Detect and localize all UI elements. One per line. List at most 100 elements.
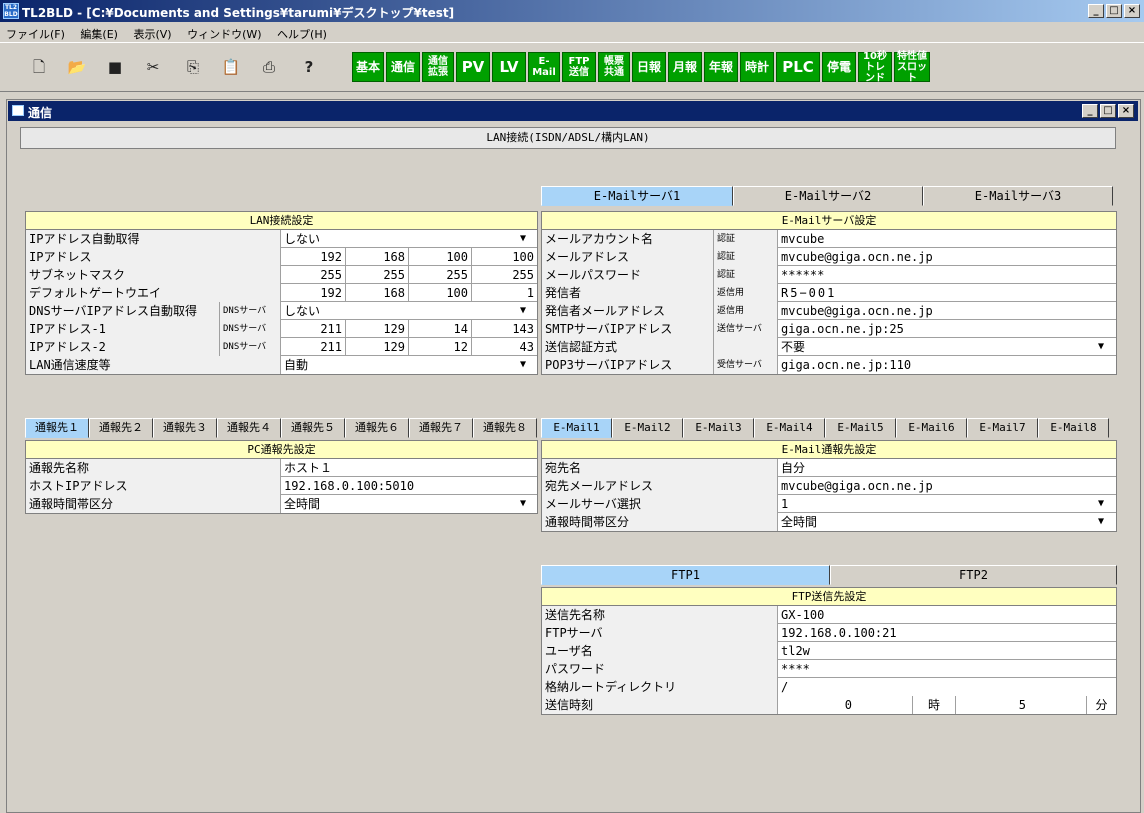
- mailserver-row-value[interactable]: mvcube@giga.ocn.ne.jp: [778, 302, 1116, 320]
- lan-row-select[interactable]: しない: [281, 230, 537, 248]
- mailserver-row-value[interactable]: 不要: [778, 338, 1116, 356]
- ftp-row-value[interactable]: /: [778, 678, 1116, 696]
- menu-window[interactable]: ウィンドウ(W): [181, 22, 267, 42]
- menu-edit[interactable]: 編集(E): [74, 22, 124, 42]
- ip-octet-field[interactable]: 255: [346, 266, 409, 284]
- tab-email-3[interactable]: E-Mail3: [683, 418, 754, 438]
- ip-octet-field[interactable]: 14: [409, 320, 472, 338]
- close-button[interactable]: ×: [1124, 4, 1140, 18]
- email-report-row-value[interactable]: 自分: [778, 459, 1116, 477]
- tab-mailserver-1[interactable]: E-Mailサーバ1: [541, 186, 733, 206]
- tab-email-1[interactable]: E-Mail1: [541, 418, 612, 438]
- mailserver-row-value[interactable]: mvcube@giga.ocn.ne.jp: [778, 248, 1116, 266]
- ip-octet-field[interactable]: 255: [281, 266, 346, 284]
- print-icon[interactable]: ⎙: [258, 56, 280, 78]
- pc-report-row-value[interactable]: 全時間: [281, 495, 537, 513]
- tb-ftp-button[interactable]: FTP 送信: [562, 52, 596, 82]
- ip-octet-field[interactable]: 211: [281, 320, 346, 338]
- tab-ftp-2[interactable]: FTP2: [830, 565, 1117, 585]
- tab-mailserver-3[interactable]: E-Mailサーバ3: [923, 186, 1113, 206]
- lan-row-select[interactable]: 自動: [281, 356, 537, 374]
- copy-icon[interactable]: ⎘: [182, 56, 204, 78]
- menu-view[interactable]: 表示(V): [127, 22, 177, 42]
- help-icon[interactable]: ?: [298, 56, 320, 78]
- ip-octet-field[interactable]: 100: [472, 248, 537, 266]
- tab-report-dest-5[interactable]: 通報先５: [281, 418, 345, 438]
- ip-octet-field[interactable]: 192: [281, 284, 346, 302]
- ip-octet-field[interactable]: 168: [346, 248, 409, 266]
- email-report-row-value[interactable]: 1: [778, 495, 1116, 513]
- ip-octet-field[interactable]: 100: [409, 284, 472, 302]
- child-close-button[interactable]: ×: [1118, 104, 1134, 118]
- menu-help[interactable]: ヘルプ(H): [271, 22, 333, 42]
- tab-report-dest-6[interactable]: 通報先６: [345, 418, 409, 438]
- tab-mailserver-2[interactable]: E-Mailサーバ2: [733, 186, 923, 206]
- tb-comm-button[interactable]: 通信: [386, 52, 420, 82]
- child-title-bar[interactable]: 通信 _ □ ×: [8, 101, 1138, 121]
- ftp-row-value[interactable]: 192.168.0.100:21: [778, 624, 1116, 642]
- tab-report-dest-1[interactable]: 通報先１: [25, 418, 89, 438]
- cut-icon[interactable]: ✂: [142, 56, 164, 78]
- dropdown-arrow-icon[interactable]: ▼: [1094, 515, 1108, 529]
- tb-daily-button[interactable]: 日報: [632, 52, 666, 82]
- mailserver-row-value[interactable]: ******: [778, 266, 1116, 284]
- tb-pv-button[interactable]: PV: [456, 52, 490, 82]
- ftp-send-hour-field[interactable]: 0: [778, 696, 913, 714]
- tb-report-common-button[interactable]: 帳票 共通: [598, 52, 630, 82]
- ip-octet-field[interactable]: 100: [409, 248, 472, 266]
- dropdown-arrow-icon[interactable]: ▼: [516, 232, 530, 246]
- paste-icon[interactable]: 📋: [220, 56, 242, 78]
- ip-octet-field[interactable]: 168: [346, 284, 409, 302]
- maximize-button[interactable]: □: [1106, 4, 1122, 18]
- ip-octet-field[interactable]: 12: [409, 338, 472, 356]
- email-report-row-value[interactable]: mvcube@giga.ocn.ne.jp: [778, 477, 1116, 495]
- open-folder-icon[interactable]: 📂: [66, 56, 88, 78]
- ftp-row-value[interactable]: GX-100: [778, 606, 1116, 624]
- ftp-row-value[interactable]: ****: [778, 660, 1116, 678]
- tb-yearly-button[interactable]: 年報: [704, 52, 738, 82]
- tb-monthly-button[interactable]: 月報: [668, 52, 702, 82]
- lan-row-select[interactable]: しない: [281, 302, 537, 320]
- tab-email-2[interactable]: E-Mail2: [612, 418, 683, 438]
- new-file-icon[interactable]: 🗋: [28, 56, 50, 78]
- tb-plc-button[interactable]: PLC: [776, 52, 820, 82]
- ip-octet-field[interactable]: 129: [346, 338, 409, 356]
- email-report-row-value[interactable]: 全時間: [778, 513, 1116, 531]
- tb-10s-trend-button[interactable]: 10秒 トレンド: [858, 51, 892, 84]
- mailserver-row-value[interactable]: giga.ocn.ne.jp:25: [778, 320, 1116, 338]
- tb-power-failure-button[interactable]: 停電: [822, 52, 856, 82]
- ftp-row-value[interactable]: tl2w: [778, 642, 1116, 660]
- pc-report-row-value[interactable]: 192.168.0.100:5010: [281, 477, 537, 495]
- tab-email-6[interactable]: E-Mail6: [896, 418, 967, 438]
- mailserver-row-value[interactable]: giga.ocn.ne.jp:110: [778, 356, 1116, 374]
- tb-characteristic-slot-button[interactable]: 特性値 スロット: [894, 51, 930, 84]
- dropdown-arrow-icon[interactable]: ▼: [1094, 497, 1108, 511]
- ip-octet-field[interactable]: 129: [346, 320, 409, 338]
- tab-email-7[interactable]: E-Mail7: [967, 418, 1038, 438]
- mailserver-row-value[interactable]: R5−001: [778, 284, 1116, 302]
- tab-report-dest-2[interactable]: 通報先２: [89, 418, 153, 438]
- child-maximize-button[interactable]: □: [1100, 104, 1116, 118]
- ip-octet-field[interactable]: 211: [281, 338, 346, 356]
- dropdown-arrow-icon[interactable]: ▼: [516, 497, 530, 511]
- tab-email-8[interactable]: E-Mail8: [1038, 418, 1109, 438]
- ftp-send-minute-field[interactable]: 5: [956, 696, 1087, 714]
- dropdown-arrow-icon[interactable]: ▼: [516, 304, 530, 318]
- tab-report-dest-7[interactable]: 通報先７: [409, 418, 473, 438]
- menu-file[interactable]: ファイル(F): [0, 22, 71, 42]
- window-title-bar[interactable]: TL2 BLD TL2BLD - [C:¥Documents and Setti…: [0, 0, 1144, 22]
- tb-comm-ext-button[interactable]: 通信 拡張: [422, 52, 454, 82]
- tab-email-5[interactable]: E-Mail5: [825, 418, 896, 438]
- mailserver-row-value[interactable]: mvcube: [778, 230, 1116, 248]
- ip-octet-field[interactable]: 255: [409, 266, 472, 284]
- tab-report-dest-4[interactable]: 通報先４: [217, 418, 281, 438]
- dropdown-arrow-icon[interactable]: ▼: [516, 358, 530, 372]
- ip-octet-field[interactable]: 1: [472, 284, 537, 302]
- tb-lv-button[interactable]: LV: [492, 52, 526, 82]
- minimize-button[interactable]: _: [1088, 4, 1104, 18]
- tb-clock-button[interactable]: 時計: [740, 52, 774, 82]
- tab-ftp-1[interactable]: FTP1: [541, 565, 830, 585]
- save-icon[interactable]: ■: [104, 56, 126, 78]
- tab-report-dest-8[interactable]: 通報先８: [473, 418, 537, 438]
- tb-email-button[interactable]: E- Mail: [528, 52, 560, 82]
